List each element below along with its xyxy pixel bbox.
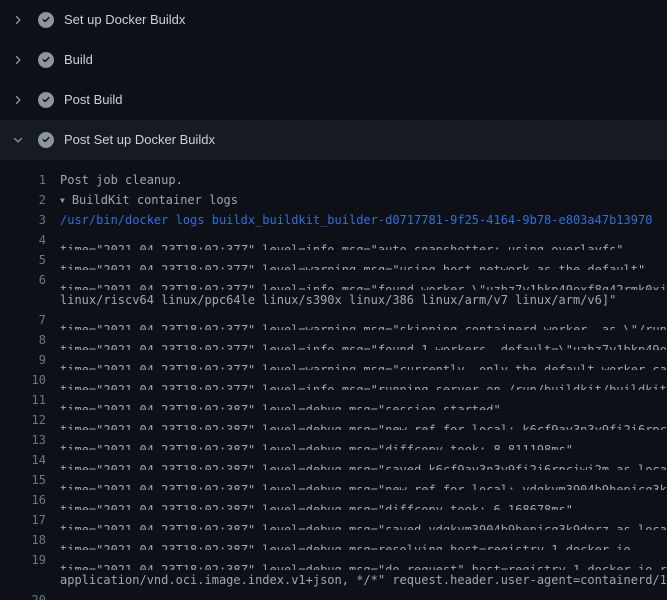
step-header-post-set-up-docker-buildx[interactable]: Post Set up Docker Buildx (0, 120, 667, 160)
step-title: Post Set up Docker Buildx (64, 132, 215, 148)
log-line: 9 time="2021-04-23T18:02:37Z" level=warni… (0, 350, 667, 370)
log-line: 20 time="2021-04-23T18:02:38Z" level=debu… (0, 590, 667, 600)
log-line: 2 ▼ BuildKit container logs (0, 190, 667, 210)
log-line-number[interactable]: 10 (0, 370, 46, 390)
log-line: 12 time="2021-04-23T18:02:38Z" level=debu… (0, 410, 667, 430)
log-line: 8 time="2021-04-23T18:02:37Z" level=info … (0, 330, 667, 350)
log-line: application/vnd.oci.image.index.v1+json,… (0, 570, 667, 590)
log-text: Post job cleanup. (60, 170, 183, 190)
log-group-label: BuildKit container logs (72, 193, 238, 207)
log-line: 19 time="2021-04-23T18:02:38Z" level=debu… (0, 550, 667, 570)
log-text: time="2021-04-23T18:02:37Z" level=warnin… (60, 350, 667, 370)
chevron-down-icon (12, 132, 24, 148)
log-text: application/vnd.oci.image.index.v1+json,… (60, 570, 667, 590)
log-line-number[interactable]: 3 (0, 210, 46, 230)
log-line: 11 time="2021-04-23T18:02:38Z" level=debu… (0, 390, 667, 410)
log-line-number[interactable]: 20 (0, 590, 46, 600)
log-line: linux/riscv64 linux/ppc64le linux/s390x … (0, 290, 667, 310)
log-command-text: /usr/bin/docker logs buildx_buildkit_bui… (60, 210, 652, 230)
chevron-right-icon (12, 92, 24, 108)
log-line: 4 time="2021-04-23T18:02:37Z" level=info … (0, 230, 667, 250)
log-line: 5 time="2021-04-23T18:02:37Z" level=warni… (0, 250, 667, 270)
steps-list: Set up Docker Buildx Build Post Build (0, 0, 667, 160)
log-text: time="2021-04-23T18:02:38Z" level=debug … (60, 530, 631, 550)
log-line-number[interactable]: 18 (0, 530, 46, 550)
log-text: time="2021-04-23T18:02:38Z" level=debug … (60, 450, 667, 470)
log-line-number[interactable]: 4 (0, 230, 46, 250)
log-line-number[interactable]: 1 (0, 170, 46, 190)
log-line: 13 time="2021-04-23T18:02:38Z" level=debu… (0, 430, 667, 450)
log-line: 1 Post job cleanup. (0, 170, 667, 190)
log-line-number[interactable]: 15 (0, 470, 46, 490)
log-line-number[interactable]: 17 (0, 510, 46, 530)
log-line-number (0, 570, 46, 590)
log-line: 10 time="2021-04-23T18:02:37Z" level=info… (0, 370, 667, 390)
log-line-number[interactable]: 9 (0, 350, 46, 370)
log-text: time="2021-04-23T18:02:37Z" level=info m… (60, 370, 667, 390)
log-line-number[interactable]: 16 (0, 490, 46, 510)
log-text: time="2021-04-23T18:02:37Z" level=info m… (60, 330, 667, 350)
log-text: time="2021-04-23T18:02:37Z" level=info m… (60, 270, 667, 290)
step-header-post-build[interactable]: Post Build (0, 80, 667, 120)
log-line-number[interactable]: 6 (0, 270, 46, 290)
log-text: time="2021-04-23T18:02:38Z" level=debug … (60, 510, 667, 530)
step-title: Post Build (64, 92, 123, 108)
triangle-down-icon: ▼ (60, 191, 65, 210)
log-text: linux/riscv64 linux/ppc64le linux/s390x … (60, 290, 616, 310)
check-circle-icon (38, 92, 54, 108)
log-line-number[interactable]: 14 (0, 450, 46, 470)
check-circle-icon (38, 132, 54, 148)
log-line-number[interactable]: 13 (0, 430, 46, 450)
log-line-number[interactable]: 8 (0, 330, 46, 350)
log-line-number[interactable]: 2 (0, 190, 46, 210)
log-line: 17 time="2021-04-23T18:02:38Z" level=debu… (0, 510, 667, 530)
log-text: time="2021-04-23T18:02:37Z" level=warnin… (60, 310, 667, 330)
log-line-number (0, 290, 46, 310)
log-text: time="2021-04-23T18:02:37Z" level=info m… (60, 230, 624, 250)
log-line-number[interactable]: 7 (0, 310, 46, 330)
log-group-toggle[interactable]: ▼ BuildKit container logs (60, 190, 238, 210)
log-text: time="2021-04-23T18:02:38Z" level=debug … (60, 390, 501, 410)
log-line: 18 time="2021-04-23T18:02:38Z" level=debu… (0, 530, 667, 550)
actions-log-viewer: Set up Docker Buildx Build Post Build (0, 0, 667, 600)
log-line-number[interactable]: 12 (0, 410, 46, 430)
log-text: time="2021-04-23T18:02:38Z" level=debug … (60, 430, 573, 450)
log-line-number[interactable]: 19 (0, 550, 46, 570)
log-text: time="2021-04-23T18:02:38Z" level=debug … (60, 490, 573, 510)
log-line-number[interactable]: 11 (0, 390, 46, 410)
check-circle-icon (38, 12, 54, 28)
log-text: time="2021-04-23T18:02:38Z" level=debug … (60, 590, 667, 600)
log-text: time="2021-04-23T18:02:37Z" level=warnin… (60, 250, 645, 270)
log-text: time="2021-04-23T18:02:38Z" level=debug … (60, 550, 667, 570)
step-header-set-up-docker-buildx[interactable]: Set up Docker Buildx (0, 0, 667, 40)
log-lines: 1 Post job cleanup. 2 ▼ BuildKit container l… (0, 160, 667, 600)
chevron-right-icon (12, 52, 24, 68)
log-line: 15 time="2021-04-23T18:02:38Z" level=debu… (0, 470, 667, 490)
check-circle-icon (38, 52, 54, 68)
step-header-build[interactable]: Build (0, 40, 667, 80)
log-text: time="2021-04-23T18:02:38Z" level=debug … (60, 470, 667, 490)
log-line: 16 time="2021-04-23T18:02:38Z" level=debu… (0, 490, 667, 510)
log-line: 7 time="2021-04-23T18:02:37Z" level=warni… (0, 310, 667, 330)
log-line: 3/usr/bin/docker logs buildx_buildkit_bu… (0, 210, 667, 230)
log-line-number[interactable]: 5 (0, 250, 46, 270)
step-title: Set up Docker Buildx (64, 12, 185, 28)
log-line: 14 time="2021-04-23T18:02:38Z" level=debu… (0, 450, 667, 470)
log-text: time="2021-04-23T18:02:38Z" level=debug … (60, 410, 667, 430)
chevron-right-icon (12, 12, 24, 28)
log-line: 6 time="2021-04-23T18:02:37Z" level=info … (0, 270, 667, 290)
step-title: Build (64, 52, 93, 68)
